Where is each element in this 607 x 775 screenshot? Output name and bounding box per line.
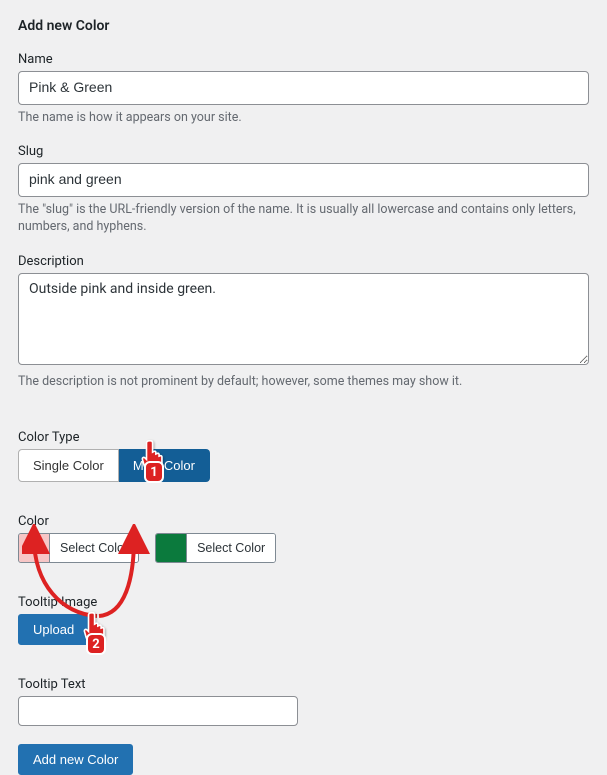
tooltip-text-input[interactable] <box>18 696 298 726</box>
description-textarea[interactable]: Outside pink and inside green. <box>18 273 589 365</box>
name-label: Name <box>18 52 589 67</box>
color-swatch-green[interactable] <box>156 534 186 562</box>
description-label: Description <box>18 254 589 269</box>
color-type-field-group: Color Type Single Color Multi Color <box>18 430 589 482</box>
color-picker-2: Select Color <box>155 533 276 563</box>
name-field-group: Name The name is how it appears on your … <box>18 52 589 126</box>
tooltip-image-label: Tooltip Image <box>18 595 589 610</box>
page-title: Add new Color <box>18 18 589 34</box>
slug-helper: The "slug" is the URL-friendly version o… <box>18 201 589 236</box>
slug-field-group: Slug The "slug" is the URL-friendly vers… <box>18 144 589 236</box>
add-new-color-button[interactable]: Add new Color <box>18 744 133 775</box>
single-color-button[interactable]: Single Color <box>18 449 119 482</box>
color-picker-1: Select Color <box>18 533 139 563</box>
tooltip-text-field-group: Tooltip Text <box>18 677 589 726</box>
tooltip-text-label: Tooltip Text <box>18 677 589 692</box>
color-label: Color <box>18 514 589 529</box>
multi-color-button[interactable]: Multi Color <box>119 449 210 482</box>
submit-group: Add new Color <box>18 744 589 775</box>
color-type-label: Color Type <box>18 430 589 445</box>
name-helper: The name is how it appears on your site. <box>18 109 589 127</box>
slug-label: Slug <box>18 144 589 159</box>
slug-input[interactable] <box>18 163 589 197</box>
select-color-button-1[interactable]: Select Color <box>49 534 138 562</box>
name-input[interactable] <box>18 71 589 105</box>
tooltip-image-field-group: Tooltip Image Upload <box>18 595 589 645</box>
upload-button[interactable]: Upload <box>18 614 89 645</box>
color-type-toggle: Single Color Multi Color <box>18 449 210 482</box>
color-field-group: Color Select Color Select Color <box>18 514 589 563</box>
description-field-group: Description Outside pink and inside gree… <box>18 254 589 391</box>
color-swatch-pink[interactable] <box>19 534 49 562</box>
select-color-button-2[interactable]: Select Color <box>186 534 275 562</box>
description-helper: The description is not prominent by defa… <box>18 373 589 391</box>
